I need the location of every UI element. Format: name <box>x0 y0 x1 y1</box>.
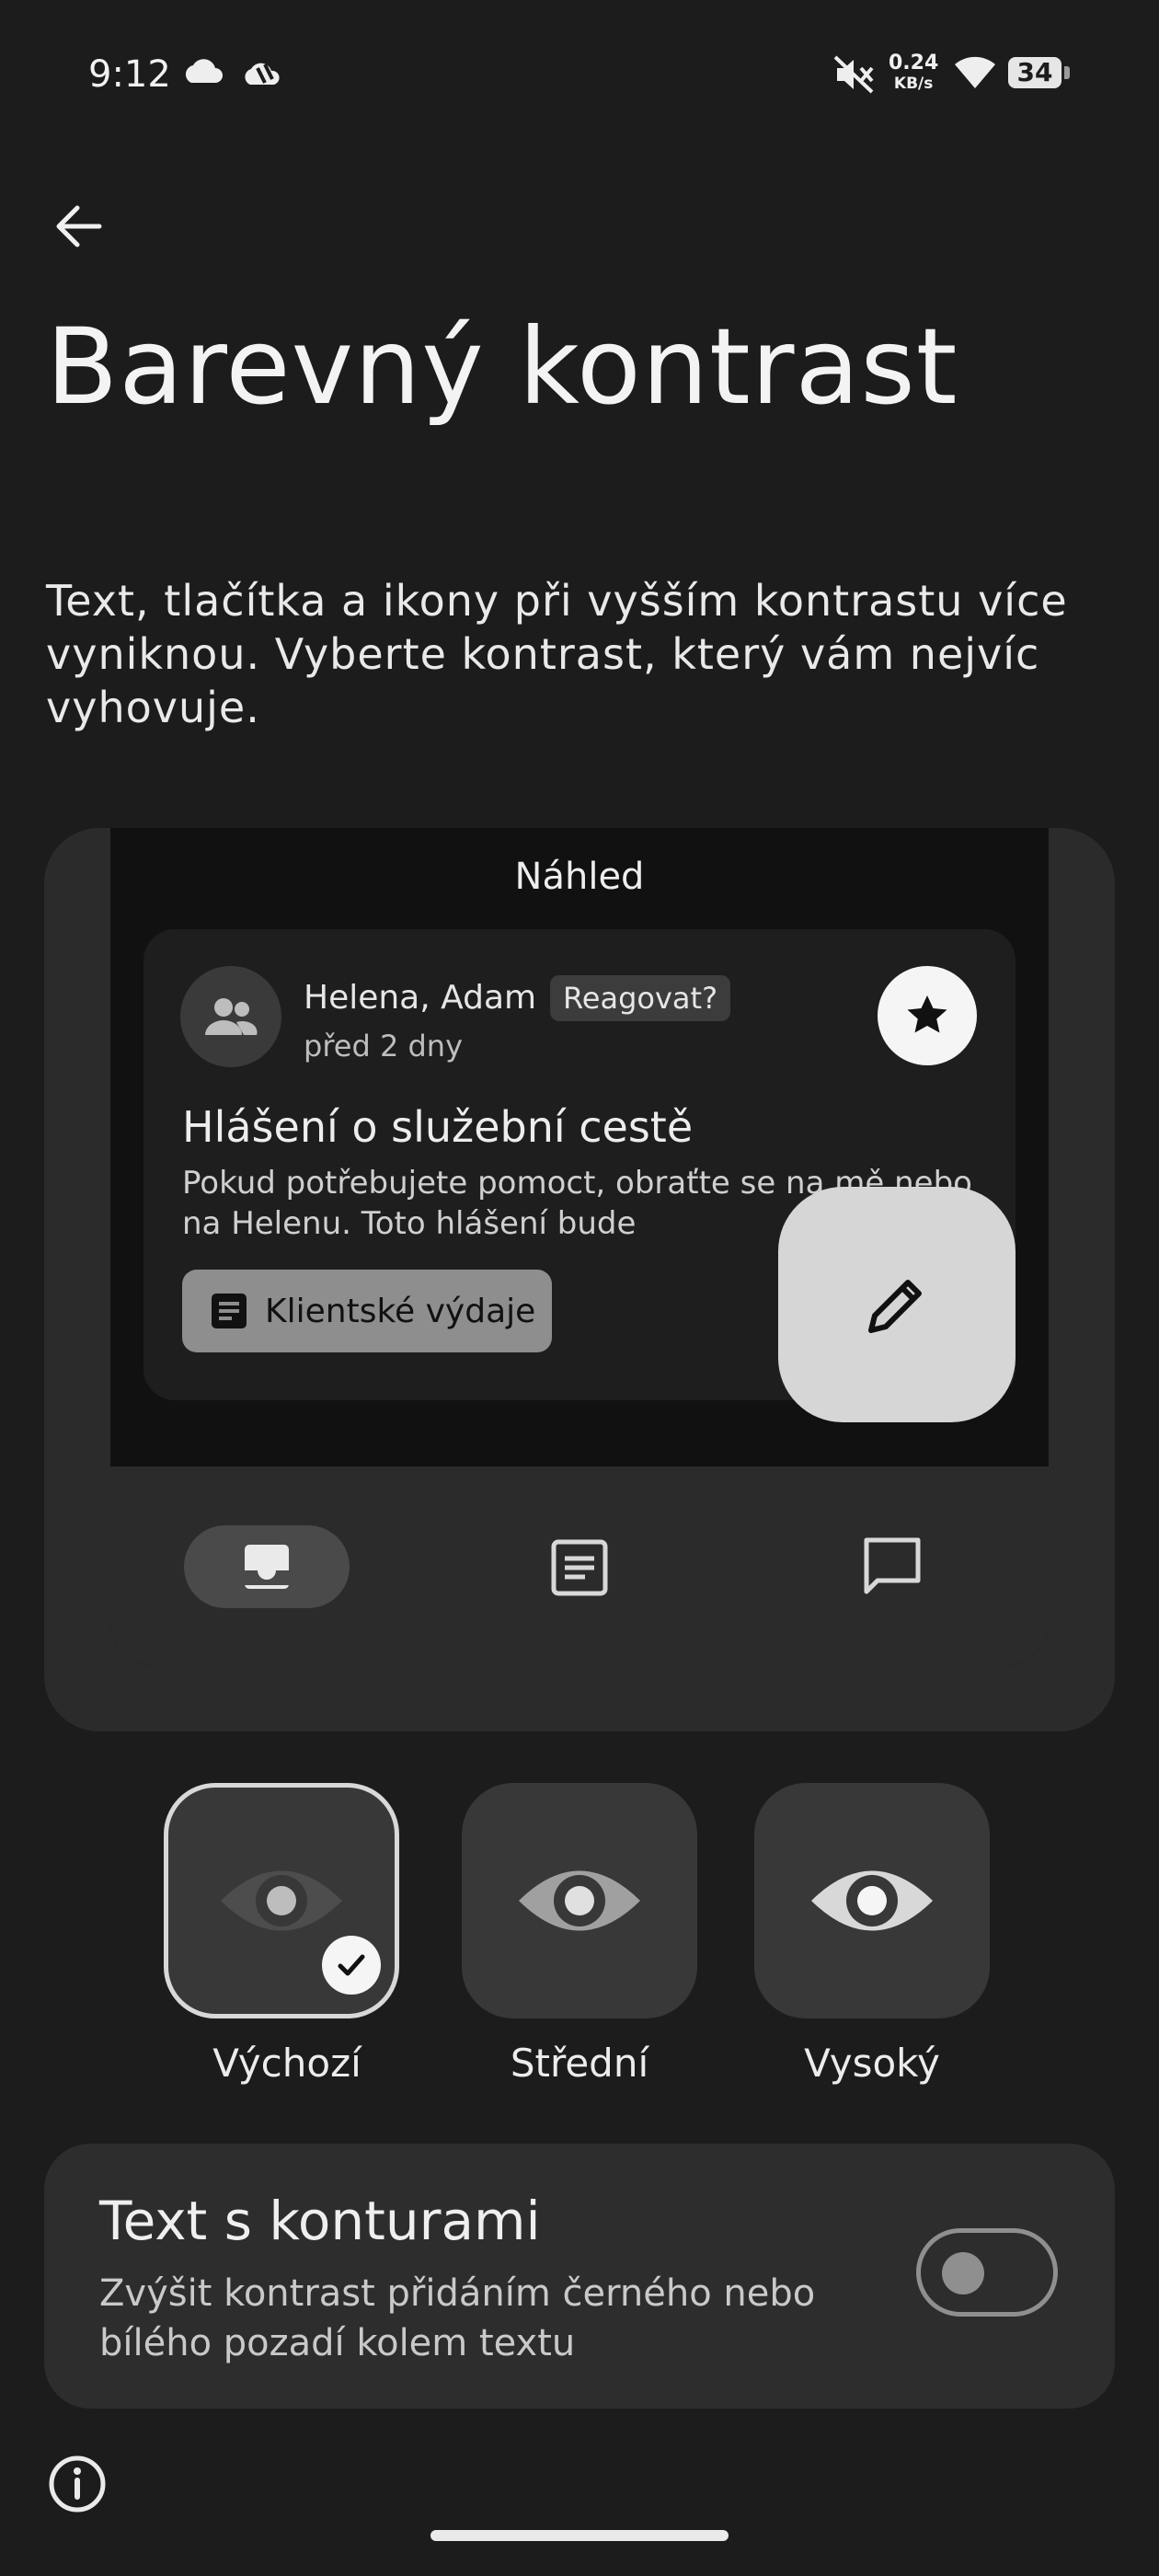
status-time: 9:12 <box>88 53 171 96</box>
outline-text-subtitle: Zvýšit kontrast přidáním černého nebo bí… <box>99 2272 816 2364</box>
document-icon <box>212 1294 247 1328</box>
arrow-left-icon[interactable] <box>46 193 112 259</box>
contrast-option-medium[interactable] <box>462 1783 697 2018</box>
net-speed-value: 0.24 <box>889 52 939 75</box>
message-subject: Hlášení o služební cestě <box>182 1102 694 1152</box>
mute-icon <box>833 55 874 94</box>
inbox-icon <box>245 1545 289 1589</box>
compose-fab <box>778 1187 1016 1422</box>
contrast-option-default-label: Výchozí <box>212 2041 361 2086</box>
battery-tip <box>1064 66 1070 79</box>
attachment-label: Klientské výdaje <box>265 1292 536 1330</box>
contrast-option-high[interactable] <box>754 1783 990 2018</box>
page-title: Barevný kontrast <box>46 305 958 428</box>
net-speed-unit: KB/s <box>893 75 934 93</box>
star-icon <box>907 995 947 1033</box>
eye-icon <box>811 1870 933 1931</box>
attachment-chip: Klientské výdaje <box>182 1270 552 1352</box>
battery-icon: 34 <box>1008 57 1061 88</box>
reply-chip: Reagovat? <box>550 975 731 1021</box>
star-button <box>878 966 977 1065</box>
contrast-option-medium-label: Střední <box>510 2041 649 2086</box>
check-icon <box>338 1954 365 1976</box>
eye-icon <box>519 1870 640 1931</box>
cloud-icon <box>185 59 223 83</box>
weather-icon <box>245 63 280 85</box>
selected-check-icon <box>322 1936 381 1995</box>
contrast-option-high-label: Vysoký <box>804 2041 940 2086</box>
outline-text-toggle[interactable] <box>916 2228 1058 2317</box>
preview-nav-inbox <box>184 1525 350 1608</box>
pencil-icon <box>868 1280 922 1333</box>
info-icon[interactable] <box>48 2455 107 2513</box>
avatar <box>180 966 281 1067</box>
wifi-icon <box>955 56 995 88</box>
people-icon <box>205 998 258 1035</box>
status-bar: 9:12 0.24 KB/s 34 <box>0 0 1159 147</box>
toggle-knob <box>942 2252 984 2294</box>
message-time: před 2 dny <box>304 1029 463 1064</box>
eye-icon <box>221 1870 342 1931</box>
preview-label: Náhled <box>514 856 645 898</box>
net-speed: 0.24 KB/s <box>889 53 938 94</box>
sender-name: Helena, Adam <box>304 979 537 1017</box>
home-indicator[interactable] <box>430 2530 729 2541</box>
page-description: Text, tlačítka a ikony při vyšším kontra… <box>46 576 1068 732</box>
outline-text-title: Text s konturami <box>99 2190 541 2252</box>
chat-icon <box>864 1537 921 1594</box>
article-icon <box>551 1539 608 1596</box>
